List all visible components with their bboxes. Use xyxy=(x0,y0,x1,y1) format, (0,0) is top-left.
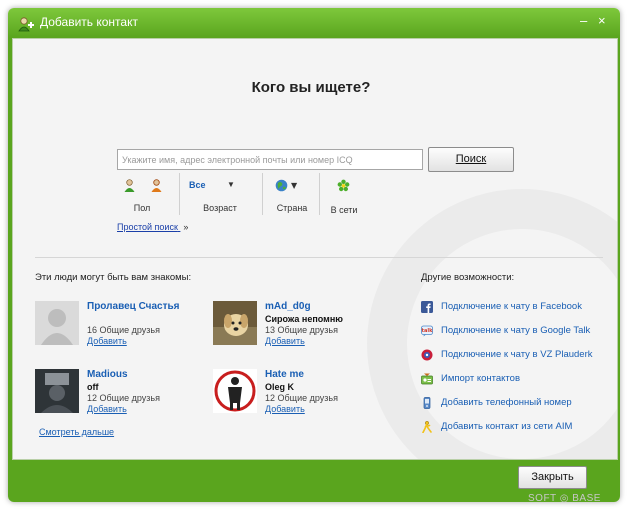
title-bar[interactable]: Добавить контакт – × xyxy=(8,8,620,38)
option-label: Импорт контактов xyxy=(441,373,521,384)
minimize-button[interactable]: – xyxy=(580,14,587,28)
mutual-friends: 13 Общие друзья xyxy=(265,325,338,335)
globe-icon[interactable] xyxy=(275,179,288,192)
gender-filter-label: Пол xyxy=(133,203,151,213)
online-flower-icon[interactable] xyxy=(337,179,350,192)
add-contact-link[interactable]: Добавить xyxy=(87,404,127,414)
suggestion-card: Пролавец Счастья 16 Общие друзья Добавит… xyxy=(35,301,215,349)
add-contact-link[interactable]: Добавить xyxy=(265,404,305,414)
option-label: Подключение к чату в Facebook xyxy=(441,301,582,312)
window-title: Добавить контакт xyxy=(40,15,138,29)
svg-text:talk: talk xyxy=(422,328,433,334)
avatar xyxy=(35,369,79,413)
default-avatar-icon xyxy=(35,301,79,345)
age-filter-dropdown[interactable]: Все ▼ xyxy=(189,180,249,190)
contact-subtitle: Сирожа непомню xyxy=(265,314,343,324)
dialog-body: Кого вы ищете? Поиск Пол Все ▼ Возраст ▼… xyxy=(12,38,618,460)
filter-divider xyxy=(179,173,180,215)
import-contacts-icon xyxy=(421,373,433,385)
contact-name[interactable]: mAd_d0g xyxy=(265,301,311,312)
age-filter-value: Все xyxy=(189,180,206,190)
contact-subtitle: off xyxy=(87,382,99,392)
avatar xyxy=(35,301,79,345)
section-divider xyxy=(35,257,603,258)
add-contact-link[interactable]: Добавить xyxy=(87,336,127,346)
suggestion-card: Madious off 12 Общие друзья Добавить xyxy=(35,369,215,417)
chevron-down-icon[interactable]: ▼ xyxy=(291,181,297,190)
watermark: SOFT ◎ BASE xyxy=(528,493,601,504)
avatar xyxy=(213,301,257,345)
vz-icon xyxy=(421,349,433,361)
online-filter-label: В сети xyxy=(330,205,358,215)
option-label: Добавить контакт из сети AIM xyxy=(441,421,573,432)
red-circle-figure-photo xyxy=(213,369,257,413)
other-options-title: Другие возможности: xyxy=(421,272,515,283)
google-talk-icon: talk xyxy=(421,325,433,337)
option-label: Добавить телефонный номер xyxy=(441,397,572,408)
female-icon[interactable] xyxy=(150,179,163,192)
suggestions-title: Эти люди могут быть вам знакомы: xyxy=(35,272,192,283)
search-button-label: Поиск xyxy=(455,153,487,165)
simple-search-link[interactable]: Простой поиск » xyxy=(117,222,188,232)
age-filter-label: Возраст xyxy=(203,203,237,213)
option-label: Подключение к чату в VZ Plauderk xyxy=(441,349,593,360)
male-icon[interactable] xyxy=(123,179,136,192)
mutual-friends: 12 Общие друзья xyxy=(265,393,338,403)
collapse-chevron-icon: » xyxy=(183,222,189,232)
add-contact-link[interactable]: Добавить xyxy=(265,336,305,346)
contact-name[interactable]: Hate me xyxy=(265,369,304,380)
contact-subtitle: Oleg K xyxy=(265,382,295,392)
search-input[interactable] xyxy=(117,149,423,170)
simple-search-label: Простой поиск xyxy=(117,222,178,232)
mutual-friends: 16 Общие друзья xyxy=(87,325,160,335)
option-label: Подключение к чату в Google Talk xyxy=(441,325,591,336)
phone-icon xyxy=(423,397,431,409)
facebook-icon xyxy=(421,301,433,313)
add-contact-window: Добавить контакт – × Кого вы ищете? Поис… xyxy=(8,8,620,502)
suggestion-card: mAd_d0g Сирожа непомню 13 Общие друзья Д… xyxy=(213,301,393,349)
suggestion-card: Hate me Oleg K 12 Общие друзья Добавить xyxy=(213,369,393,417)
close-button-label: Закрыть xyxy=(531,471,574,483)
add-contact-icon xyxy=(18,17,34,32)
see-more-link[interactable]: Смотреть дальше xyxy=(39,427,114,437)
contact-name[interactable]: Madious xyxy=(87,369,128,380)
dog-photo xyxy=(213,301,257,345)
avatar xyxy=(213,369,257,413)
contact-name[interactable]: Пролавец Счастья xyxy=(87,301,179,312)
aim-icon xyxy=(422,421,432,433)
mutual-friends: 12 Общие друзья xyxy=(87,393,160,403)
page-title: Кого вы ищете? xyxy=(251,79,371,96)
search-button[interactable]: Поиск xyxy=(428,147,514,172)
close-button[interactable]: Закрыть xyxy=(518,466,587,489)
dark-portrait-photo xyxy=(35,369,79,413)
close-window-button[interactable]: × xyxy=(598,14,606,28)
chevron-down-icon: ▼ xyxy=(227,180,235,189)
